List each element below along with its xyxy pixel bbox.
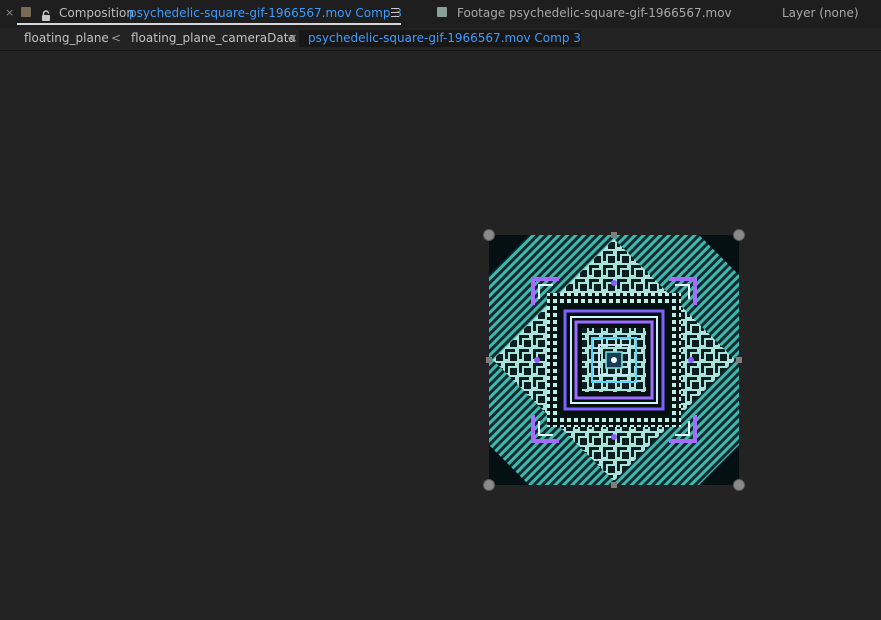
breadcrumb-current-label: psychedelic-square-gif-1966567.mov Comp … — [308, 31, 581, 45]
corner-handle-bottom-left[interactable] — [483, 479, 495, 491]
footage-tab[interactable]: Footage psychedelic-square-gif-1966567.m… — [457, 6, 732, 20]
breadcrumb-separator-icon: < — [287, 31, 298, 45]
composition-breadcrumb: floating_plane < floating_plane_cameraDa… — [0, 28, 881, 51]
corner-handle-top-right[interactable] — [733, 229, 745, 241]
breadcrumb-separator-icon: < — [111, 31, 122, 45]
breadcrumb-item-camera-data[interactable]: floating_plane_cameraData — [131, 31, 296, 45]
composition-label-swatch — [21, 7, 31, 17]
panel-tab-bar: × Composition psychedelic-square-gif-196… — [0, 0, 881, 28]
corner-handle-top-left[interactable] — [483, 229, 495, 241]
edge-handle-right[interactable] — [736, 357, 742, 363]
edge-handle-left[interactable] — [486, 357, 492, 363]
edge-handle-top[interactable] — [611, 232, 617, 238]
psychedelic-square-footage[interactable] — [489, 235, 739, 485]
composition-panel: × Composition psychedelic-square-gif-196… — [0, 0, 881, 620]
composition-tab-label[interactable]: Composition — [59, 6, 134, 20]
composition-tab-name[interactable]: psychedelic-square-gif-1966567.mov Comp … — [129, 6, 402, 20]
breadcrumb-item-floating-plane[interactable]: floating_plane — [24, 31, 109, 45]
corner-handle-bottom-right[interactable] — [733, 479, 745, 491]
edge-handle-bottom[interactable] — [611, 482, 617, 488]
panel-menu-icon[interactable] — [391, 8, 399, 17]
footage-label-swatch — [437, 7, 447, 17]
active-tab-indicator — [17, 23, 401, 25]
composition-viewer[interactable] — [0, 51, 881, 620]
breadcrumb-item-current-comp[interactable]: psychedelic-square-gif-1966567.mov Comp … — [299, 30, 581, 47]
close-tab-icon[interactable]: × — [5, 7, 14, 19]
layer-tab[interactable]: Layer (none) — [782, 6, 859, 20]
